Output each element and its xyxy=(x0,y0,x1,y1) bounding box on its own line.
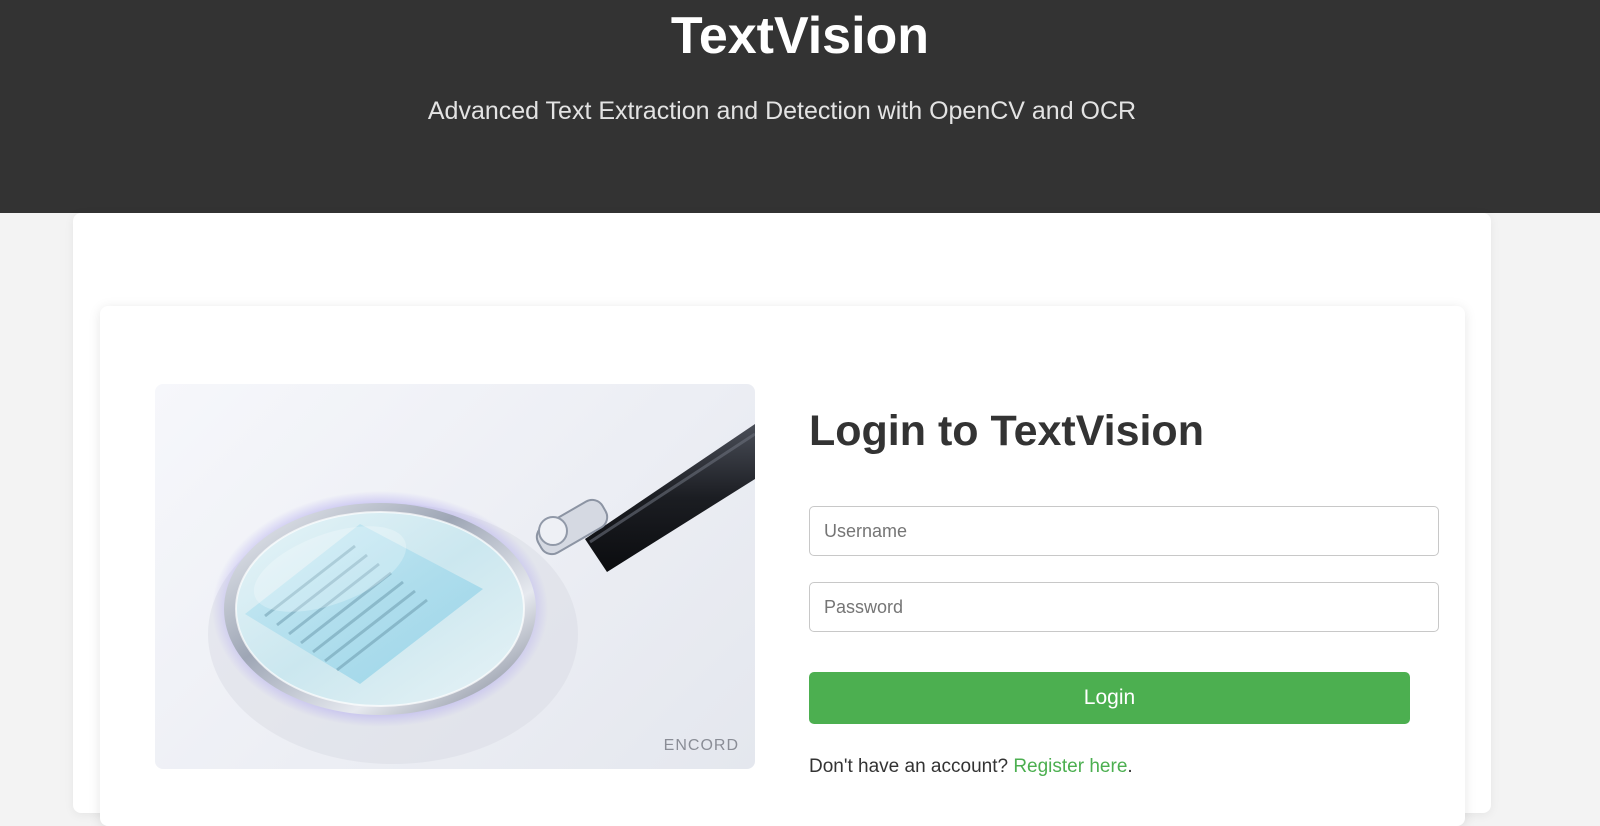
register-link[interactable]: Register here xyxy=(1013,756,1127,777)
site-subtitle: Advanced Text Extraction and Detection w… xyxy=(427,97,1137,125)
login-button[interactable]: Login xyxy=(809,672,1410,724)
magnifying-glass-icon xyxy=(208,424,755,764)
login-heading: Login to TextVision xyxy=(809,407,1204,455)
site-header: TextVision Advanced Text Extraction and … xyxy=(0,0,1600,213)
site-title: TextVision xyxy=(670,7,930,65)
username-input[interactable] xyxy=(809,506,1439,556)
register-prompt: Don't have an account? Register here. xyxy=(809,755,1133,779)
register-prompt-text: Don't have an account? xyxy=(809,756,1014,777)
hero-image: ENCORD xyxy=(155,384,755,769)
encord-watermark-logo: ENCORD xyxy=(663,737,739,754)
register-suffix: . xyxy=(1127,756,1133,777)
password-input[interactable] xyxy=(809,582,1439,632)
